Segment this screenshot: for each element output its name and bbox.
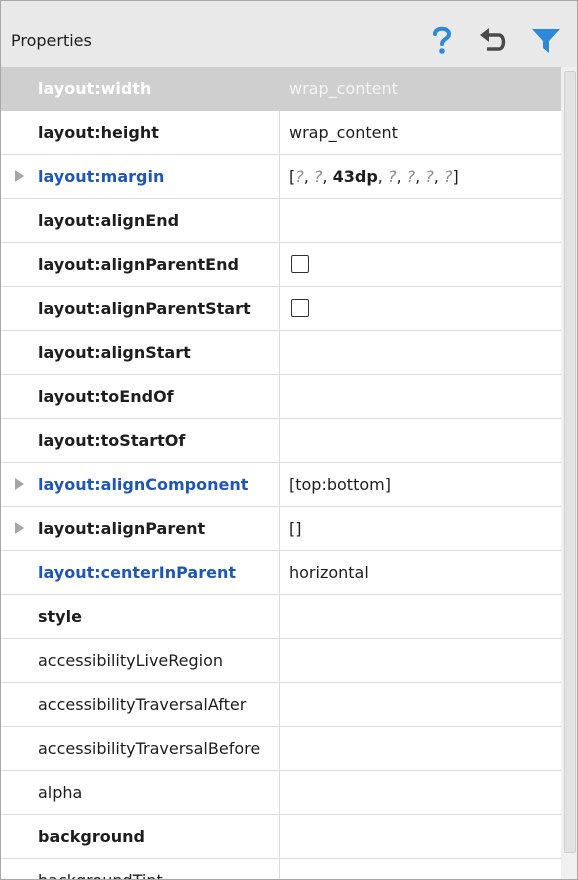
property-name: layout:alignEnd: [38, 211, 180, 230]
panel-title: Properties: [11, 31, 92, 50]
property-row[interactable]: layout:width wrap_content: [1, 67, 561, 111]
property-row[interactable]: backgroundTint: [1, 859, 561, 879]
property-row[interactable]: alpha: [1, 771, 561, 815]
property-name: backgroundTint: [38, 859, 278, 879]
property-name: accessibilityTraversalBefore: [38, 739, 261, 758]
vertical-scrollbar[interactable]: [561, 67, 577, 879]
expand-arrow-icon[interactable]: [15, 478, 24, 490]
property-name: accessibilityTraversalAfter: [38, 695, 247, 714]
property-name: background: [38, 827, 145, 846]
property-name: layout:margin: [38, 167, 165, 186]
property-row[interactable]: layout:alignStart: [1, 331, 561, 375]
column-divider: [279, 375, 280, 418]
column-divider: [279, 507, 280, 550]
column-divider: [279, 639, 280, 682]
column-divider: [279, 595, 280, 638]
property-row[interactable]: layout:height wrap_content: [1, 111, 561, 155]
property-value[interactable]: wrap_content: [289, 67, 398, 110]
column-divider: [279, 727, 280, 770]
property-name: accessibilityLiveRegion: [38, 651, 224, 670]
properties-table: layout:width wrap_content layout:height wra…: [1, 67, 561, 879]
property-name: layout:alignComponent: [38, 475, 249, 494]
property-row[interactable]: layout:alignParent []: [1, 507, 561, 551]
column-divider: [279, 67, 280, 110]
property-row[interactable]: layout:centerInParent horizontal: [1, 551, 561, 595]
properties-panel: Properties layout:width wrap_content layou…: [0, 0, 578, 880]
property-name: layout:height: [38, 123, 159, 142]
properties-header: Properties: [1, 1, 577, 67]
property-row[interactable]: background: [1, 815, 561, 859]
property-name: layout:centerInParent: [38, 563, 236, 582]
property-row[interactable]: layout:alignParentEnd: [1, 243, 561, 287]
column-divider: [279, 551, 280, 594]
column-divider: [279, 331, 280, 374]
property-row[interactable]: layout:toEndOf: [1, 375, 561, 419]
question-mark-icon[interactable]: [425, 23, 459, 57]
property-row[interactable]: layout:alignParentStart: [1, 287, 561, 331]
property-name: layout:alignParentStart: [38, 299, 251, 318]
property-name: layout:alignParent: [38, 519, 206, 538]
property-value[interactable]: wrap_content: [289, 111, 398, 154]
property-checkbox[interactable]: [291, 255, 309, 273]
property-value[interactable]: [top:bottom]: [289, 463, 391, 506]
column-divider: [279, 155, 280, 198]
property-row[interactable]: accessibilityTraversalBefore: [1, 727, 561, 771]
column-divider: [279, 111, 280, 154]
property-name: layout:alignParentEnd: [38, 255, 239, 274]
undo-icon[interactable]: [477, 23, 511, 57]
property-name: layout:toStartOf: [38, 431, 186, 450]
property-row[interactable]: layout:alignComponent [top:bottom]: [1, 463, 561, 507]
filter-icon[interactable]: [529, 23, 563, 57]
property-name: layout:toEndOf: [38, 387, 174, 406]
property-row[interactable]: accessibilityLiveRegion: [1, 639, 561, 683]
column-divider: [279, 815, 280, 858]
property-value[interactable]: []: [289, 507, 301, 550]
property-name: layout:width: [38, 79, 152, 98]
property-row[interactable]: accessibilityTraversalAfter: [1, 683, 561, 727]
property-checkbox[interactable]: [291, 299, 309, 317]
property-row[interactable]: layout:alignEnd: [1, 199, 561, 243]
scrollbar-thumb[interactable]: [564, 71, 576, 853]
expand-arrow-icon[interactable]: [15, 170, 24, 182]
property-value[interactable]: horizontal: [289, 551, 369, 594]
property-name: style: [38, 607, 82, 626]
column-divider: [279, 419, 280, 462]
property-row[interactable]: style: [1, 595, 561, 639]
column-divider: [279, 199, 280, 242]
column-divider: [279, 463, 280, 506]
column-divider: [279, 859, 280, 879]
property-name: layout:alignStart: [38, 343, 191, 362]
property-row[interactable]: layout:margin [?, ?, 43dp, ?, ?, ?, ?]: [1, 155, 561, 199]
column-divider: [279, 683, 280, 726]
property-name: alpha: [38, 783, 83, 802]
property-value[interactable]: [?, ?, 43dp, ?, ?, ?, ?]: [289, 155, 459, 198]
column-divider: [279, 243, 280, 286]
expand-arrow-icon[interactable]: [15, 522, 24, 534]
column-divider: [279, 771, 280, 814]
column-divider: [279, 287, 280, 330]
property-row[interactable]: layout:toStartOf: [1, 419, 561, 463]
